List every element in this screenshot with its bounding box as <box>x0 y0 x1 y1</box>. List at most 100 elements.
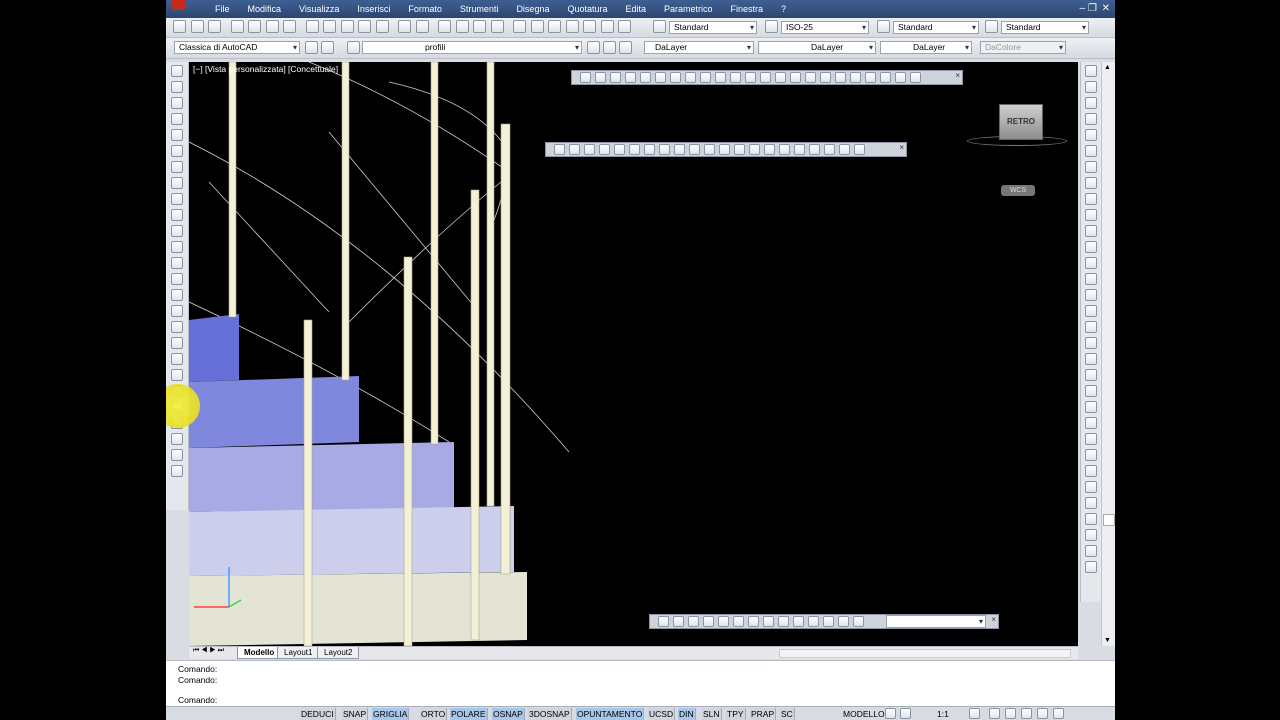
modeling-tool-2-icon[interactable] <box>610 72 621 83</box>
quick-view-drawings-icon[interactable] <box>900 708 911 719</box>
view-tool-3-icon[interactable] <box>703 616 714 627</box>
modify-tool-3-icon[interactable] <box>1085 113 1097 125</box>
modify-tool-17-icon[interactable] <box>1085 337 1097 349</box>
paste-icon[interactable] <box>340 20 354 33</box>
view-name-select[interactable] <box>886 615 986 628</box>
tab-layout1[interactable]: Layout1 <box>277 647 320 659</box>
modeling-tool-10-icon[interactable] <box>730 72 741 83</box>
restore-button[interactable]: ❐ <box>1088 3 1097 14</box>
modify-tool-7-icon[interactable] <box>1085 177 1097 189</box>
solid-edit-tool-14-icon[interactable] <box>764 144 775 155</box>
solid-edit-tool-19-icon[interactable] <box>839 144 850 155</box>
solid-edit-tool-11-icon[interactable] <box>719 144 730 155</box>
status-toggle-3dosnap[interactable]: 3DOSNAP <box>528 708 572 720</box>
dim-style-select[interactable]: ISO-25 <box>781 21 869 34</box>
modify-tool-19-icon[interactable] <box>1085 369 1097 381</box>
vertical-scrollbar[interactable]: ▲ ▼ <box>1101 62 1115 646</box>
view-tool-7-icon[interactable] <box>763 616 774 627</box>
multileader-style-select[interactable]: Standard <box>1001 21 1089 34</box>
draw-tool-5-icon[interactable] <box>171 145 183 157</box>
modify-tool-22-icon[interactable] <box>1085 417 1097 429</box>
modify-tool-4-icon[interactable] <box>1085 129 1097 141</box>
modify-tool-27-icon[interactable] <box>1085 497 1097 509</box>
status-toggle-opuntamento[interactable]: OPUNTAMENTO <box>576 708 645 720</box>
solid-edit-tool-6-icon[interactable] <box>644 144 655 155</box>
status-toggle-ucsd[interactable]: UCSD <box>648 708 676 720</box>
draw-tool-6-icon[interactable] <box>171 161 183 173</box>
publish-icon[interactable] <box>265 20 279 33</box>
solid-edit-tool-2-icon[interactable] <box>584 144 595 155</box>
modify-tool-15-icon[interactable] <box>1085 305 1097 317</box>
lineweight-select[interactable]: DaLayer <box>880 41 972 54</box>
zoom-previous-icon[interactable] <box>490 20 504 33</box>
markup-icon[interactable] <box>583 20 597 33</box>
view-tool-5-icon[interactable] <box>733 616 744 627</box>
draw-tool-19-icon[interactable] <box>171 369 183 381</box>
draw-tool-3-icon[interactable] <box>171 113 183 125</box>
lock-icon[interactable] <box>1005 708 1016 719</box>
copy-icon[interactable] <box>323 20 337 33</box>
modify-tool-10-icon[interactable] <box>1085 225 1097 237</box>
modeling-tool-5-icon[interactable] <box>655 72 666 83</box>
modeling-tool-6-icon[interactable] <box>670 72 681 83</box>
modeling-tool-13-icon[interactable] <box>775 72 786 83</box>
modify-tool-28-icon[interactable] <box>1085 513 1097 525</box>
workspace-gear-icon[interactable] <box>321 41 334 54</box>
solid-edit-tool-0-icon[interactable] <box>554 144 565 155</box>
view-tool-8-icon[interactable] <box>778 616 789 627</box>
draw-tool-12-icon[interactable] <box>171 257 183 269</box>
modify-tool-0-icon[interactable] <box>1085 65 1097 77</box>
modeling-tool-19-icon[interactable] <box>865 72 876 83</box>
menu-item-9[interactable]: Parametrico <box>655 4 722 14</box>
open-file-icon[interactable] <box>190 20 204 33</box>
help-icon[interactable] <box>618 20 632 33</box>
clean-screen-icon[interactable] <box>1053 708 1064 719</box>
draw-tool-25-icon[interactable] <box>171 465 183 477</box>
view-tool-4-icon[interactable] <box>718 616 729 627</box>
solid-edit-tool-9-icon[interactable] <box>689 144 700 155</box>
modeling-tool-3-icon[interactable] <box>625 72 636 83</box>
draw-tool-0-icon[interactable] <box>171 65 183 77</box>
view-tool-13-icon[interactable] <box>853 616 864 627</box>
menu-item-0[interactable]: File <box>206 4 239 14</box>
autocad-logo-icon[interactable] <box>172 0 186 10</box>
new-file-icon[interactable] <box>173 20 186 33</box>
solid-edit-tool-7-icon[interactable] <box>659 144 670 155</box>
layer-select[interactable]: profili <box>362 41 582 54</box>
draw-tool-24-icon[interactable] <box>171 449 183 461</box>
layer-previous-icon[interactable] <box>603 41 616 54</box>
modeling-tool-22-icon[interactable] <box>910 72 921 83</box>
view-tool-0-icon[interactable] <box>658 616 669 627</box>
modeling-tool-7-icon[interactable] <box>685 72 696 83</box>
solid-edit-tool-16-icon[interactable] <box>794 144 805 155</box>
hardware-acceleration-icon[interactable] <box>1021 708 1032 719</box>
scroll-thumb[interactable] <box>1103 514 1115 526</box>
model-space-label[interactable]: MODELLO <box>842 708 886 720</box>
solid-edit-tool-17-icon[interactable] <box>809 144 820 155</box>
drawing-viewport[interactable]: [−] [Vista personalizzata] [Concettuale]… <box>189 62 1078 646</box>
scroll-up-icon[interactable]: ▲ <box>1104 64 1111 71</box>
view-tool-10-icon[interactable] <box>808 616 819 627</box>
menu-item-8[interactable]: Edita <box>617 4 656 14</box>
view-tool-1-icon[interactable] <box>673 616 684 627</box>
horizontal-scrollbar[interactable] <box>779 649 1071 658</box>
command-prompt[interactable]: Comando: <box>178 695 217 705</box>
status-toggle-sc[interactable]: SC <box>780 708 795 720</box>
draw-tool-16-icon[interactable] <box>171 321 183 333</box>
modeling-tool-20-icon[interactable] <box>880 72 891 83</box>
solid-edit-tool-8-icon[interactable] <box>674 144 685 155</box>
print-icon[interactable] <box>230 20 244 33</box>
modeling-tool-1-icon[interactable] <box>595 72 606 83</box>
modify-tool-13-icon[interactable] <box>1085 273 1097 285</box>
modify-tool-2-icon[interactable] <box>1085 97 1097 109</box>
view-tool-11-icon[interactable] <box>823 616 834 627</box>
modify-tool-14-icon[interactable] <box>1085 289 1097 301</box>
draw-tool-1-icon[interactable] <box>171 81 183 93</box>
modify-tool-8-icon[interactable] <box>1085 193 1097 205</box>
view-tool-9-icon[interactable] <box>793 616 804 627</box>
modeling-tool-14-icon[interactable] <box>790 72 801 83</box>
menu-item-10[interactable]: Finestra <box>722 4 773 14</box>
3d-print-icon[interactable] <box>283 20 297 33</box>
modify-tool-12-icon[interactable] <box>1085 257 1097 269</box>
modeling-tool-16-icon[interactable] <box>820 72 831 83</box>
